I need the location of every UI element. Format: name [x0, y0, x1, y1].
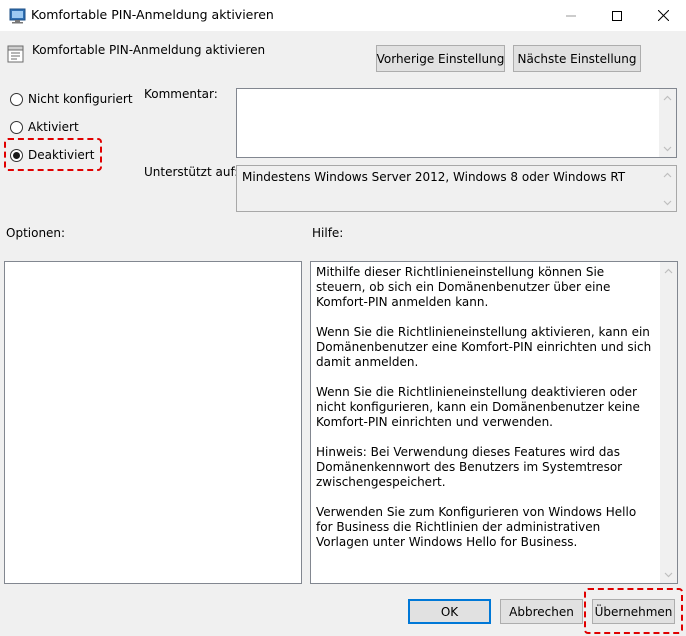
scroll-down-icon[interactable] [659, 194, 676, 211]
comment-scrollbar[interactable] [659, 89, 676, 157]
supported-label: Unterstützt auf: [144, 165, 239, 179]
help-paragraph: Wenn Sie die Richtlinieneinstellung deak… [316, 385, 640, 429]
supported-field: Mindestens Windows Server 2012, Windows … [236, 165, 677, 212]
scroll-down-icon[interactable] [660, 566, 677, 583]
minimize-icon [566, 11, 576, 21]
policy-title: Komfortable PIN-Anmeldung aktivieren [32, 43, 266, 57]
next-setting-button[interactable]: Nächste Einstellung [513, 45, 641, 72]
radio-label: Nicht konfiguriert [28, 92, 133, 106]
close-button[interactable] [640, 0, 686, 31]
scroll-up-icon[interactable] [659, 89, 676, 106]
cancel-button[interactable]: Abbrechen [500, 599, 583, 624]
highlight-marker-apply [584, 588, 683, 634]
help-scrollbar[interactable] [660, 262, 677, 583]
scroll-up-icon[interactable] [659, 166, 676, 183]
policy-app-icon [9, 7, 26, 24]
options-label: Optionen: [6, 226, 66, 240]
supported-value: Mindestens Windows Server 2012, Windows … [242, 170, 626, 184]
help-text: Mithilfe dieser Richtlinieneinstellung k… [316, 265, 655, 565]
help-paragraph: Hinweis: Bei Verwendung dieses Features … [316, 445, 623, 489]
scroll-up-icon[interactable] [660, 262, 677, 279]
radio-enabled[interactable]: Aktiviert [10, 120, 79, 134]
ok-button[interactable]: OK [408, 599, 491, 624]
options-panel [4, 261, 302, 584]
title-bar: Komfortable PIN-Anmeldung aktivieren [0, 0, 686, 31]
close-icon [657, 10, 669, 21]
window-title: Komfortable PIN-Anmeldung aktivieren [31, 7, 274, 22]
previous-setting-button[interactable]: Vorherige Einstellung [376, 45, 505, 72]
minimize-button[interactable] [548, 0, 594, 31]
maximize-icon [612, 10, 622, 21]
comment-label: Kommentar: [144, 87, 218, 101]
scroll-down-icon[interactable] [659, 140, 676, 157]
help-paragraph: Mithilfe dieser Richtlinieneinstellung k… [316, 265, 611, 309]
comment-field[interactable] [236, 88, 677, 158]
highlight-marker-disabled [4, 138, 102, 171]
radio-circle [10, 92, 23, 106]
supported-scrollbar[interactable] [659, 166, 676, 211]
radio-not-configured[interactable]: Nicht konfiguriert [10, 92, 133, 106]
help-panel: Mithilfe dieser Richtlinieneinstellung k… [310, 261, 678, 584]
help-paragraph: Verwenden Sie zum Konfigurieren von Wind… [316, 505, 637, 549]
policy-setting-icon [7, 45, 24, 63]
radio-label: Aktiviert [28, 120, 79, 134]
maximize-button[interactable] [594, 0, 640, 31]
radio-circle [10, 120, 23, 134]
help-label: Hilfe: [312, 226, 344, 240]
help-paragraph: Wenn Sie die Richtlinieneinstellung akti… [316, 325, 652, 369]
